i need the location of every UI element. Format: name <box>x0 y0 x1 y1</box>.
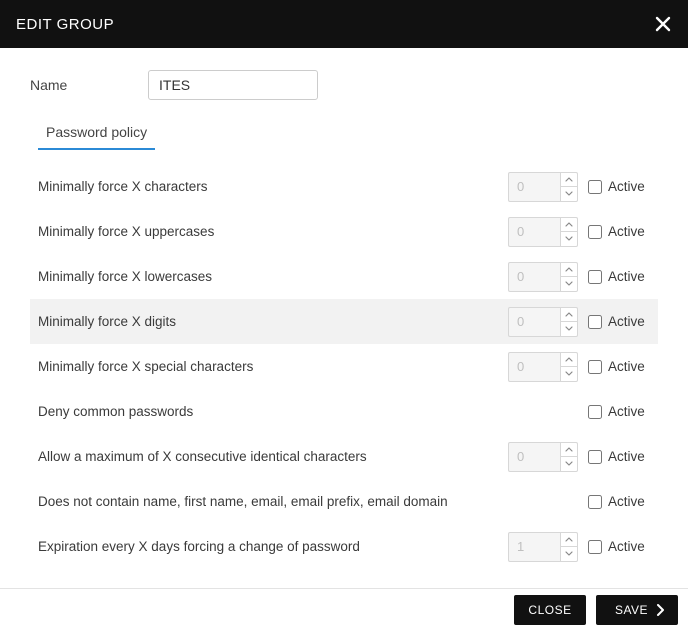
policy-row: Minimally force X characters Active <box>30 164 658 209</box>
chevron-up-icon[interactable] <box>560 262 578 277</box>
active-checkbox[interactable] <box>588 315 602 329</box>
policy-row: Allow a maximum of X consecutive identic… <box>30 434 658 479</box>
chevron-down-icon[interactable] <box>560 456 578 472</box>
chevron-down-icon[interactable] <box>560 276 578 292</box>
stepper-input[interactable] <box>508 532 560 562</box>
active-checkbox[interactable] <box>588 360 602 374</box>
active-label: Active <box>608 539 650 554</box>
policy-label: Does not contain name, first name, email… <box>38 494 508 509</box>
save-button[interactable]: SAVE <box>596 595 678 625</box>
policy-label: Minimally force X uppercases <box>38 224 508 239</box>
policy-label: Allow a maximum of X consecutive identic… <box>38 449 508 464</box>
chevron-up-icon[interactable] <box>560 307 578 322</box>
policy-label: Deny common passwords <box>38 404 508 419</box>
policy-row: Minimally force X digits Active <box>30 299 658 344</box>
active-label: Active <box>608 314 650 329</box>
close-icon[interactable] <box>654 15 672 33</box>
dialog-header: EDIT GROUP <box>0 0 688 48</box>
active-checkbox[interactable] <box>588 495 602 509</box>
policy-row: Minimally force X uppercases Active <box>30 209 658 254</box>
name-label: Name <box>30 77 148 93</box>
active-label: Active <box>608 359 650 374</box>
quantity-stepper[interactable] <box>508 532 578 562</box>
chevron-up-icon[interactable] <box>560 172 578 187</box>
policy-label: Expiration every X days forcing a change… <box>38 539 508 554</box>
chevron-right-icon <box>656 604 665 616</box>
active-checkbox[interactable] <box>588 405 602 419</box>
chevron-up-icon[interactable] <box>560 442 578 457</box>
quantity-stepper[interactable] <box>508 352 578 382</box>
quantity-stepper[interactable] <box>508 217 578 247</box>
dialog-title: EDIT GROUP <box>16 16 114 33</box>
quantity-stepper[interactable] <box>508 172 578 202</box>
stepper-input[interactable] <box>508 442 560 472</box>
quantity-stepper[interactable] <box>508 442 578 472</box>
chevron-up-icon[interactable] <box>560 532 578 547</box>
policy-label: Minimally force X lowercases <box>38 269 508 284</box>
policy-label: Minimally force X characters <box>38 179 508 194</box>
active-checkbox[interactable] <box>588 225 602 239</box>
stepper-input[interactable] <box>508 352 560 382</box>
active-checkbox[interactable] <box>588 270 602 284</box>
chevron-up-icon[interactable] <box>560 217 578 232</box>
active-label: Active <box>608 179 650 194</box>
policy-row: Do not allow using the previous password… <box>30 569 658 582</box>
dialog-body: Name Password policy Minimally force X c… <box>0 48 688 588</box>
policy-label: Minimally force X digits <box>38 314 508 329</box>
stepper-input[interactable] <box>508 307 560 337</box>
name-row: Name <box>30 70 658 100</box>
policy-row: Minimally force X special characters Acti… <box>30 344 658 389</box>
quantity-stepper[interactable] <box>508 307 578 337</box>
active-label: Active <box>608 269 650 284</box>
active-label: Active <box>608 494 650 509</box>
chevron-down-icon[interactable] <box>560 321 578 337</box>
policies-list[interactable]: Minimally force X charactersActiveMinima… <box>30 164 658 582</box>
stepper-input[interactable] <box>508 172 560 202</box>
active-label: Active <box>608 449 650 464</box>
chevron-down-icon[interactable] <box>560 366 578 382</box>
stepper-input[interactable] <box>508 262 560 292</box>
chevron-down-icon[interactable] <box>560 186 578 202</box>
stepper-input[interactable] <box>508 217 560 247</box>
close-button[interactable]: CLOSE <box>514 595 586 625</box>
dialog-footer: CLOSE SAVE <box>0 588 688 630</box>
tabs: Password policy <box>30 118 658 150</box>
policy-label: Minimally force X special characters <box>38 359 508 374</box>
active-checkbox[interactable] <box>588 180 602 194</box>
name-input[interactable] <box>148 70 318 100</box>
policy-row: Does not contain name, first name, email… <box>30 479 658 524</box>
chevron-down-icon[interactable] <box>560 231 578 247</box>
tab-password-policy[interactable]: Password policy <box>38 118 155 150</box>
policy-row: Deny common passwords Active <box>30 389 658 434</box>
policy-row: Expiration every X days forcing a change… <box>30 524 658 569</box>
active-checkbox[interactable] <box>588 540 602 554</box>
active-label: Active <box>608 404 650 419</box>
chevron-down-icon[interactable] <box>560 546 578 562</box>
quantity-stepper[interactable] <box>508 262 578 292</box>
chevron-up-icon[interactable] <box>560 352 578 367</box>
save-button-label: SAVE <box>615 603 648 617</box>
active-label: Active <box>608 224 650 239</box>
policy-row: Minimally force X lowercases Active <box>30 254 658 299</box>
active-checkbox[interactable] <box>588 450 602 464</box>
